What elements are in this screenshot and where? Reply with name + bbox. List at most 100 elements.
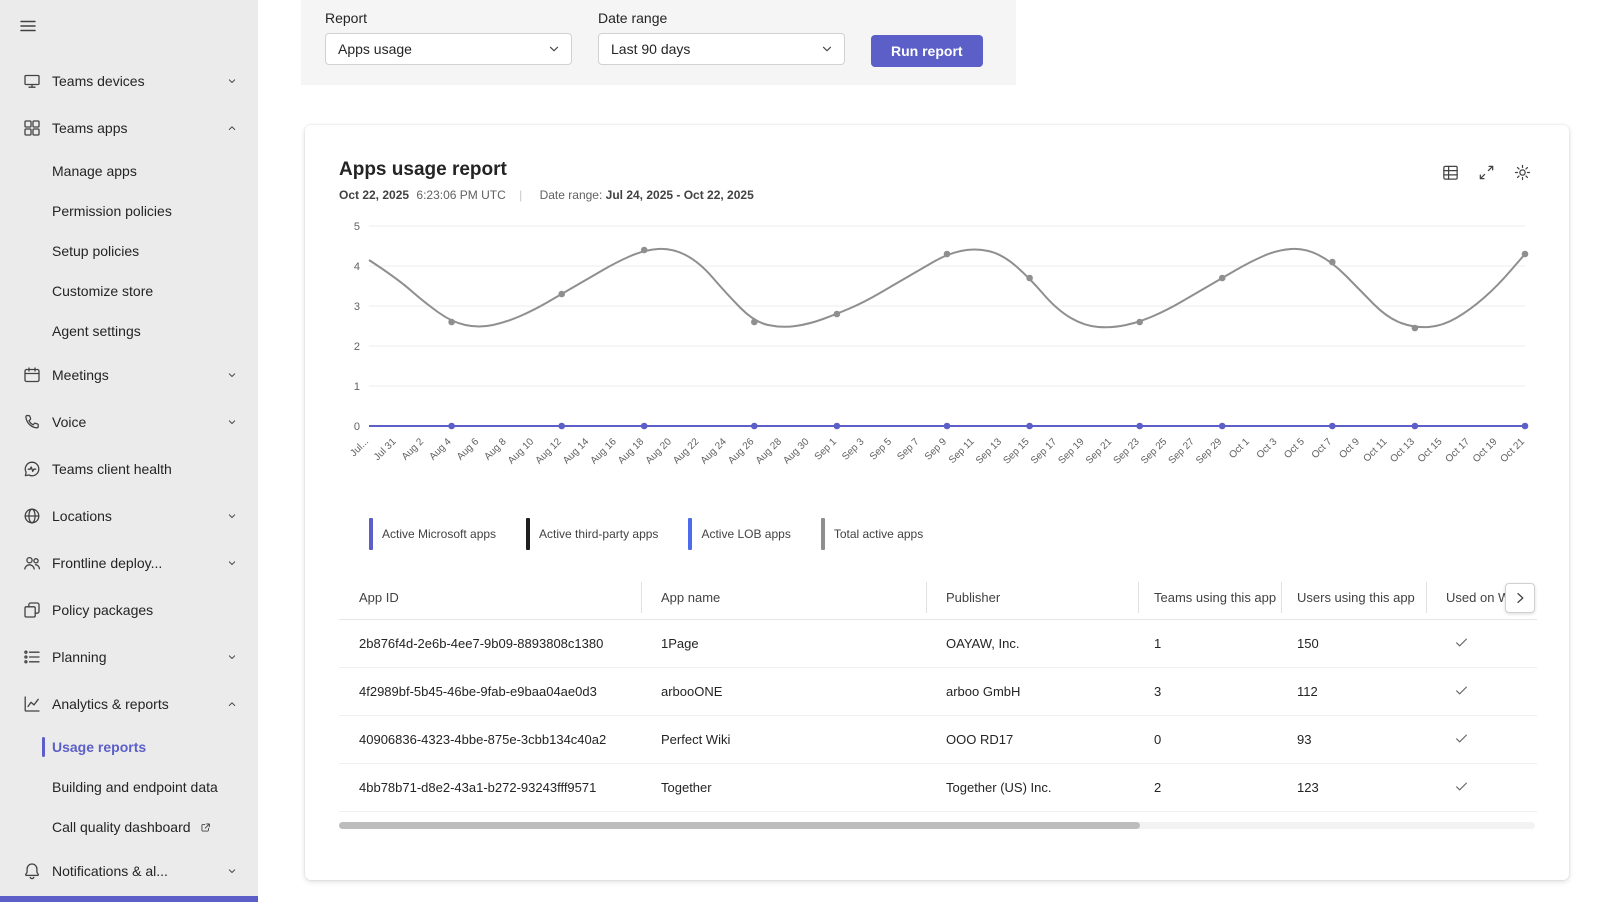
sidebar-item-building-and-endpoint-data[interactable]: Building and endpoint data [0, 767, 258, 807]
planning-icon [22, 647, 42, 667]
sidebar-item-label: Locations [52, 507, 112, 524]
sidebar-item-teams-apps[interactable]: Teams apps [0, 104, 258, 151]
cell-app-id: 4f2989bf-5b45-46be-9fab-e9baa04ae0d3 [359, 684, 597, 699]
report-select-value: Apps usage [338, 41, 412, 57]
date-range-filter-label: Date range [598, 10, 668, 26]
legend-item-active-lob-apps[interactable]: Active LOB apps [688, 518, 791, 550]
meta-separator: | [519, 188, 523, 202]
sidebar-item-customize-store[interactable]: Customize store [0, 271, 258, 311]
run-report-button[interactable]: Run report [871, 35, 983, 67]
next-columns-button[interactable] [1505, 583, 1535, 613]
chevron-down-icon [226, 369, 238, 381]
column-header-app-id[interactable]: App ID [339, 576, 641, 619]
sidebar-item-locations[interactable]: Locations [0, 492, 258, 539]
sidebar-item-frontline-deploy[interactable]: Frontline deploy... [0, 539, 258, 586]
cell-publisher: arboo GmbH [946, 684, 1021, 699]
table-row[interactable]: 4f2989bf-5b45-46be-9fab-e9baa04ae0d3 arbo… [339, 668, 1537, 716]
sidebar-item-analytics-reports[interactable]: Analytics & reports [0, 680, 258, 727]
generated-date: Oct 22, 2025 [339, 188, 410, 202]
devices-icon [22, 71, 42, 91]
cell-users-using-this-app: 112 [1297, 684, 1318, 699]
sidebar-item-notifications-al[interactable]: Notifications & al... [0, 847, 258, 894]
sidebar-item-call-quality-dashboard[interactable]: Call quality dashboard [0, 807, 258, 847]
sidebar-item-teams-client-health[interactable]: Teams client health [0, 445, 258, 492]
chevron-down-icon [226, 557, 238, 569]
chevron-down-icon [226, 416, 238, 428]
svg-text:Oct 11: Oct 11 [1361, 436, 1389, 464]
sidebar-item-meetings[interactable]: Meetings [0, 351, 258, 398]
date-range-meta-label: Date range: [539, 188, 603, 202]
sidebar-item-usage-reports[interactable]: Usage reports [0, 727, 258, 767]
svg-text:Sep 1: Sep 1 [813, 436, 840, 463]
chevron-up-icon [226, 122, 238, 134]
globe-icon [22, 506, 42, 526]
sidebar-item-policy-packages[interactable]: Policy packages [0, 586, 258, 633]
sidebar-item-label: Agent settings [52, 323, 141, 339]
checkmark-icon [1454, 779, 1469, 794]
svg-text:Sep 9: Sep 9 [923, 436, 950, 463]
sidebar-item-label: Notifications & al... [52, 862, 168, 879]
sidebar-item-teams-devices[interactable]: Teams devices [0, 57, 258, 104]
legend-item-total-active-apps[interactable]: Total active apps [820, 518, 923, 550]
horizontal-scrollbar[interactable] [339, 822, 1535, 829]
table-row[interactable]: 2b876f4d-2e6b-4ee7-9b09-8893808c1380 1Pag… [339, 620, 1537, 668]
legend-color-bar [820, 518, 825, 550]
expand-icon [1477, 163, 1496, 185]
column-header-publisher[interactable]: Publisher [926, 576, 1138, 619]
report-select[interactable]: Apps usage [325, 33, 572, 65]
table-row[interactable]: 40906836-4323-4bbe-875e-3cbb134c40a2 Perf… [339, 716, 1537, 764]
sidebar-item-manage-apps[interactable]: Manage apps [0, 151, 258, 191]
legend-item-active-microsoft-apps[interactable]: Active Microsoft apps [369, 518, 496, 550]
svg-text:Sep 5: Sep 5 [868, 436, 895, 463]
sidebar-item-agent-settings[interactable]: Agent settings [0, 311, 258, 351]
svg-text:Aug 14: Aug 14 [561, 436, 591, 466]
column-header-users-using-this-app[interactable]: Users using this app [1281, 576, 1426, 619]
checkmark-icon [1454, 731, 1469, 746]
cell-users-using-this-app: 123 [1297, 780, 1319, 795]
report-settings-button[interactable] [1507, 159, 1537, 189]
legend-label: Active LOB apps [701, 527, 791, 541]
svg-text:2: 2 [354, 341, 360, 353]
column-header-teams-using-this-app[interactable]: Teams using this app [1138, 576, 1281, 619]
legend-label: Active Microsoft apps [382, 527, 497, 541]
sidebar-item-label: Voice [52, 413, 87, 430]
cell-used-on-windows [1426, 683, 1537, 701]
cell-users-using-this-app: 93 [1297, 732, 1312, 747]
cell-users-using-this-app: 150 [1297, 636, 1319, 651]
svg-text:Sep 23: Sep 23 [1112, 436, 1142, 466]
report-title: Apps usage report [339, 159, 507, 180]
legend-item-active-third-party-apps[interactable]: Active third-party apps [526, 518, 658, 550]
svg-text:Jul 31: Jul 31 [372, 436, 399, 463]
usage-chart: 012345Jul... Jul 31 Aug 2 Aug 4 Aug 6 Aug 8Au… [348, 221, 1529, 467]
svg-text:Aug 30: Aug 30 [781, 436, 811, 466]
people-icon [22, 553, 42, 573]
table-row[interactable]: 4bb78b71-d8e2-43a1-b272-93243fff9571 Toge… [339, 764, 1537, 812]
sidebar-item-label: Permission policies [52, 203, 172, 219]
svg-text:Jul...: Jul... [348, 436, 371, 459]
chevron-down-icon [549, 46, 559, 52]
cell-used-on-windows [1426, 635, 1537, 653]
sidebar-item-setup-policies[interactable]: Setup policies [0, 231, 258, 271]
cell-app-name: arbooONE [661, 684, 723, 699]
column-header-app-name[interactable]: App name [641, 576, 926, 619]
chevron-right-icon [1517, 592, 1524, 604]
table-body: 2b876f4d-2e6b-4ee7-9b09-8893808c1380 1Pag… [339, 620, 1537, 812]
sidebar-item-voice[interactable]: Voice [0, 398, 258, 445]
date-range-select[interactable]: Last 90 days [598, 33, 845, 65]
sidebar-item-permission-policies[interactable]: Permission policies [0, 191, 258, 231]
legend-color-bar [526, 518, 531, 550]
svg-text:Aug 4: Aug 4 [427, 436, 454, 463]
packages-icon [22, 600, 42, 620]
svg-text:Sep 27: Sep 27 [1167, 436, 1197, 466]
hamburger-menu-button[interactable] [0, 0, 38, 57]
svg-text:Aug 20: Aug 20 [644, 436, 674, 466]
report-card-header: Apps usage report Oct 22, 2025 6:23:06 P… [339, 159, 1537, 202]
svg-text:Oct 15: Oct 15 [1416, 436, 1445, 465]
svg-text:Oct 7: Oct 7 [1310, 436, 1335, 461]
analytics-icon [22, 694, 42, 714]
export-to-excel-button[interactable] [1435, 159, 1465, 189]
expand-report-button[interactable] [1471, 159, 1501, 189]
chevron-down-icon [226, 865, 238, 877]
horizontal-scrollbar-thumb[interactable] [339, 822, 1141, 829]
sidebar-item-planning[interactable]: Planning [0, 633, 258, 680]
